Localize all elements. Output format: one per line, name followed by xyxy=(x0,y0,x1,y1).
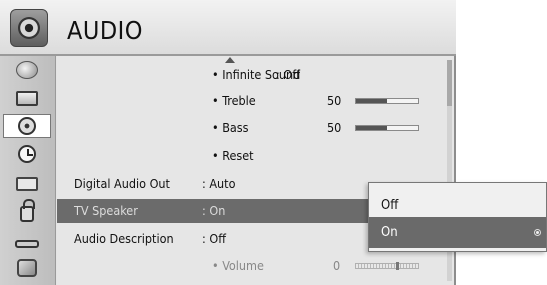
menu-item-label: • Volume xyxy=(212,258,264,273)
sidebar-item-screen[interactable] xyxy=(3,87,51,109)
globe-icon xyxy=(17,259,37,277)
plug-icon xyxy=(15,240,39,248)
sidebar-item-audio[interactable] xyxy=(3,114,51,138)
menu-item-volume: • Volume 0 xyxy=(57,254,454,278)
menu-item-label: Audio Description xyxy=(74,231,174,246)
speaker-icon xyxy=(18,117,36,135)
menu-item-reset[interactable]: • Reset xyxy=(57,144,454,168)
sidebar-item-lock[interactable] xyxy=(3,199,51,223)
menu-item-value: : On xyxy=(202,203,226,218)
option-label: On xyxy=(381,225,398,240)
sidebar-item-picture[interactable] xyxy=(3,59,51,81)
menu-item-label: Digital Audio Out xyxy=(74,176,170,191)
option-on[interactable]: On xyxy=(369,217,546,248)
page-title: AUDIO xyxy=(67,16,143,45)
picture-icon xyxy=(16,61,38,79)
volume-slider-knob xyxy=(396,262,399,270)
sidebar-item-time[interactable] xyxy=(3,143,51,165)
scrollbar-thumb[interactable] xyxy=(447,60,452,106)
briefcase-icon xyxy=(16,177,38,191)
selected-radio-icon xyxy=(534,229,541,236)
bass-slider-fill xyxy=(356,126,387,130)
monitor-icon xyxy=(16,90,38,106)
menu-item-label: TV Speaker xyxy=(74,203,138,218)
menu-item-label: • Reset xyxy=(212,148,254,163)
menu-item-treble[interactable]: • Treble 50 xyxy=(57,89,454,113)
speaker-icon xyxy=(10,9,48,47)
volume-slider xyxy=(355,262,419,270)
treble-slider[interactable] xyxy=(355,98,419,104)
sidebar-item-option[interactable] xyxy=(3,171,51,193)
menu-item-infinite-sound[interactable]: • Infinite Sound : Off xyxy=(57,63,454,87)
bass-slider[interactable] xyxy=(355,125,419,131)
treble-value: 50 xyxy=(327,93,342,108)
bass-value: 50 xyxy=(327,120,342,135)
menu-header: AUDIO xyxy=(0,0,456,56)
sidebar-item-support[interactable] xyxy=(3,257,51,279)
lock-icon xyxy=(20,199,35,222)
menu-item-value: : Auto xyxy=(202,176,236,191)
menu-item-label: • Treble xyxy=(212,93,256,108)
clock-icon xyxy=(18,145,36,163)
menu-item-bass[interactable]: • Bass 50 xyxy=(57,116,454,140)
sidebar-item-input[interactable] xyxy=(3,229,51,251)
menu-item-label: • Bass xyxy=(212,120,249,135)
treble-slider-fill xyxy=(356,99,387,103)
tv-speaker-options-popup: Off On xyxy=(368,182,547,252)
menu-item-value: : Off xyxy=(276,67,300,82)
volume-value: 0 xyxy=(333,258,341,273)
category-sidebar xyxy=(0,56,56,285)
menu-item-value: : Off xyxy=(202,231,226,246)
